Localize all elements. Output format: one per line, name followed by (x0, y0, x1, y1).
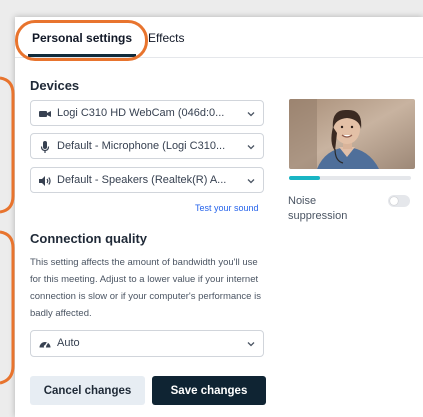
noise-suppression-label: Noise suppression (288, 195, 348, 222)
connection-quality-description: This setting affects the amount of bandw… (30, 257, 261, 319)
tab-bar: Personal settings Effects (15, 17, 423, 58)
audio-level-fill (289, 176, 320, 180)
settings-panel: Personal settings Effects Devices Logi C… (15, 17, 423, 417)
test-sound-link[interactable]: Test your sound (195, 203, 259, 213)
camera-preview-image (289, 99, 415, 169)
chevron-down-icon (247, 145, 255, 150)
speakers-select[interactable]: Default - Speakers (Realtek(R) A... (30, 167, 264, 193)
tab-effects[interactable]: Effects (148, 31, 184, 45)
chevron-down-icon (247, 342, 255, 347)
microphone-select-value: Default - Microphone (Logi C310... (57, 140, 226, 152)
active-tab-indicator (28, 54, 136, 57)
microphone-select[interactable]: Default - Microphone (Logi C310... (30, 133, 264, 159)
speedometer-icon (39, 342, 51, 348)
connection-quality-select[interactable]: Auto (30, 330, 264, 357)
video-camera-icon (39, 111, 51, 117)
save-changes-button[interactable]: Save changes (152, 376, 266, 405)
camera-select[interactable]: Logi C310 HD WebCam (046d:0... (30, 100, 264, 126)
noise-suppression-toggle[interactable] (388, 195, 410, 207)
connection-quality-heading: Connection quality (30, 231, 147, 246)
speaker-icon (39, 176, 51, 186)
camera-preview (289, 99, 415, 169)
tab-personal-settings[interactable]: Personal settings (32, 31, 132, 45)
chevron-down-icon (247, 179, 255, 184)
chevron-down-icon (247, 112, 255, 117)
microphone-icon (40, 141, 50, 153)
devices-heading: Devices (30, 78, 80, 93)
audio-level-meter (289, 176, 411, 180)
cancel-changes-button[interactable]: Cancel changes (30, 376, 145, 405)
speakers-select-value: Default - Speakers (Realtek(R) A... (57, 174, 227, 186)
toggle-knob (390, 197, 398, 205)
camera-select-value: Logi C310 HD WebCam (046d:0... (57, 107, 225, 119)
connection-quality-value: Auto (57, 337, 80, 349)
